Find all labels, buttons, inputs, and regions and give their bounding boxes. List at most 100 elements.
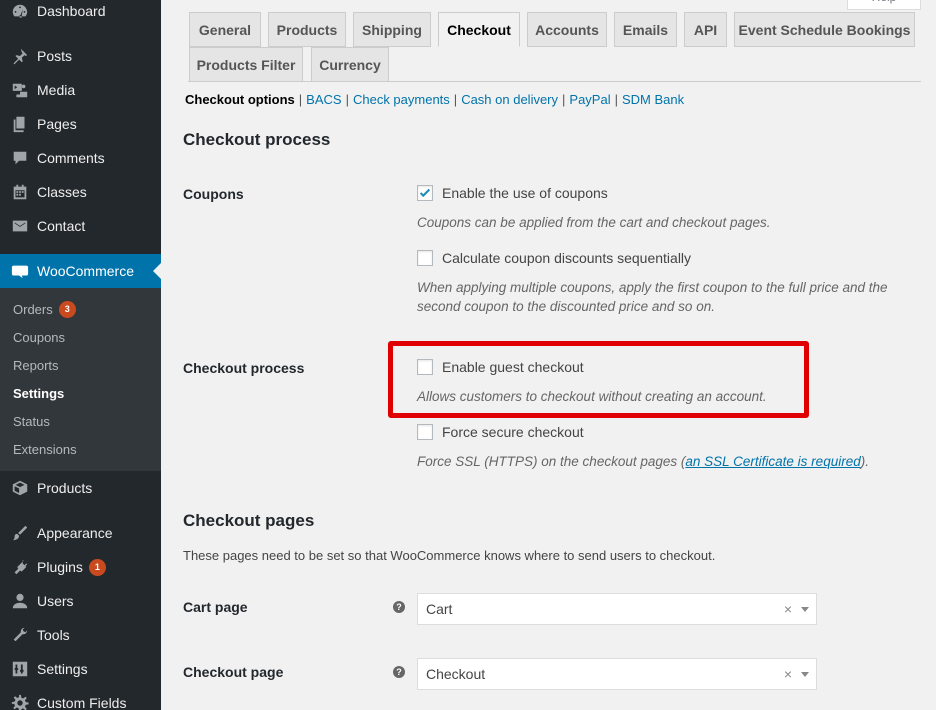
- brush-icon: [0, 524, 37, 542]
- secure-checkout-option[interactable]: Force secure checkout: [417, 424, 584, 440]
- pin-icon: [0, 47, 37, 65]
- secure-checkout-label: Force secure checkout: [442, 424, 584, 440]
- admin-sidebar: Dashboard Posts Media Pages Comments Cla…: [0, 0, 161, 710]
- menu-label: Pages: [37, 116, 77, 132]
- clear-icon[interactable]: ×: [784, 601, 792, 617]
- menu-item-media[interactable]: Media: [0, 73, 161, 107]
- section-link-cash-on-delivery[interactable]: Cash on delivery: [461, 92, 558, 107]
- submenu-orders[interactable]: Orders 3: [13, 299, 76, 319]
- description-text: ).: [860, 454, 869, 469]
- submenu-extensions[interactable]: Extensions: [13, 439, 77, 459]
- woo-icon: [0, 262, 37, 280]
- tab-general[interactable]: General: [189, 12, 261, 47]
- enable-coupons-checkbox[interactable]: [417, 185, 433, 201]
- menu-item-custom-fields[interactable]: Custom Fields: [0, 686, 161, 710]
- menu-item-contact[interactable]: Contact: [0, 209, 161, 243]
- separator: |: [453, 92, 458, 107]
- sequential-coupons-description: When applying multiple coupons, apply th…: [417, 278, 888, 316]
- menu-label: Appearance: [37, 525, 113, 541]
- plugins-update-badge: 1: [88, 558, 106, 576]
- separator: |: [298, 92, 303, 107]
- secure-checkout-checkbox[interactable]: [417, 424, 433, 440]
- ssl-certificate-link[interactable]: an SSL Certificate is required: [685, 454, 860, 469]
- checkmark-icon: [419, 188, 431, 198]
- description-line: second coupon to the discounted price an…: [417, 299, 715, 314]
- tab-api[interactable]: API: [684, 12, 727, 47]
- menu-item-tools[interactable]: Tools: [0, 618, 161, 652]
- menu-item-settings[interactable]: Settings: [0, 652, 161, 686]
- checkout-pages-description: These pages need to be set so that WooCo…: [183, 548, 716, 563]
- clear-icon[interactable]: ×: [784, 666, 792, 682]
- dashboard-icon: [0, 2, 37, 20]
- checkout-page-label: Checkout page: [183, 664, 284, 680]
- description-text: Force SSL (HTTPS) on the checkout pages …: [417, 454, 686, 469]
- menu-label: Products: [37, 480, 93, 496]
- menu-label: Posts: [37, 48, 73, 64]
- menu-item-classes[interactable]: Classes: [0, 175, 161, 209]
- submenu-label: Orders: [13, 301, 53, 317]
- tab-accounts[interactable]: Accounts: [527, 12, 607, 47]
- submenu-reports[interactable]: Reports: [13, 355, 59, 375]
- checkout-pages-heading: Checkout pages: [183, 511, 315, 530]
- tab-products[interactable]: Products: [268, 12, 346, 47]
- coupons-label: Coupons: [183, 186, 244, 202]
- menu-item-appearance[interactable]: Appearance: [0, 516, 161, 550]
- menu-label: Media: [37, 82, 76, 98]
- description-line: When applying multiple coupons, apply th…: [417, 280, 888, 295]
- section-link-check-payments[interactable]: Check payments: [353, 92, 450, 107]
- section-link-bacs[interactable]: BACS: [306, 92, 341, 107]
- cart-page-select[interactable]: Cart ×: [417, 593, 817, 625]
- separator: |: [562, 92, 566, 107]
- menu-label: WooCommerce: [37, 263, 134, 279]
- menu-item-comments[interactable]: Comments: [0, 141, 161, 175]
- cart-page-label: Cart page: [183, 599, 248, 615]
- tab-checkout[interactable]: Checkout: [438, 12, 520, 47]
- section-link-paypal[interactable]: PayPal: [569, 92, 610, 107]
- comments-icon: [0, 149, 37, 167]
- menu-item-plugins[interactable]: Plugins 1: [0, 550, 161, 584]
- menu-item-woocommerce[interactable]: WooCommerce: [0, 254, 161, 288]
- guest-checkout-highlight: [388, 341, 809, 418]
- section-link-checkout-options[interactable]: Checkout options: [185, 92, 295, 107]
- menu-item-products[interactable]: Products: [0, 471, 161, 505]
- section-link-sdm-bank[interactable]: SDM Bank: [622, 92, 684, 107]
- chevron-down-icon[interactable]: [801, 672, 809, 677]
- gear-icon: [0, 694, 37, 710]
- menu-item-pages[interactable]: Pages: [0, 107, 161, 141]
- submenu-status[interactable]: Status: [13, 411, 50, 431]
- plugin-icon: [0, 558, 37, 576]
- enable-coupons-label: Enable the use of coupons: [442, 185, 608, 201]
- checkout-process-heading: Checkout process: [183, 130, 331, 149]
- checkout-page-selected-value: Checkout: [426, 666, 486, 682]
- calendar-icon: [0, 183, 37, 201]
- menu-label: Plugins: [37, 559, 83, 575]
- menu-label: Users: [37, 593, 74, 609]
- menu-item-dashboard[interactable]: Dashboard: [0, 0, 161, 28]
- pages-icon: [0, 115, 37, 133]
- menu-item-posts[interactable]: Posts: [0, 39, 161, 73]
- sliders-icon: [0, 660, 37, 678]
- submenu-label: Coupons: [13, 329, 66, 345]
- menu-label: Settings: [37, 661, 88, 677]
- help-tip-icon[interactable]: ?: [393, 601, 405, 613]
- chevron-down-icon[interactable]: [801, 607, 809, 612]
- menu-item-users[interactable]: Users: [0, 584, 161, 618]
- tab-currency[interactable]: Currency: [311, 47, 389, 82]
- tab-products-filter[interactable]: Products Filter: [189, 47, 303, 82]
- submenu-settings[interactable]: Settings: [13, 383, 64, 403]
- menu-label: Classes: [37, 184, 87, 200]
- products-icon: [0, 479, 37, 497]
- help-tip-icon[interactable]: ?: [393, 666, 405, 678]
- sequential-coupons-option[interactable]: Calculate coupon discounts sequentially: [417, 250, 691, 266]
- orders-count-badge: 3: [58, 300, 76, 318]
- checkout-page-select[interactable]: Checkout ×: [417, 658, 817, 690]
- help-button[interactable]: Help: [847, 0, 921, 10]
- tab-event-schedule-bookings[interactable]: Event Schedule Bookings: [734, 12, 915, 47]
- sequential-coupons-label: Calculate coupon discounts sequentially: [442, 250, 692, 266]
- submenu-coupons[interactable]: Coupons: [13, 327, 65, 347]
- enable-coupons-option[interactable]: Enable the use of coupons: [417, 185, 608, 201]
- tab-shipping[interactable]: Shipping: [353, 12, 431, 47]
- secure-checkout-description: Force SSL (HTTPS) on the checkout pages …: [417, 452, 869, 471]
- sequential-coupons-checkbox[interactable]: [417, 250, 433, 266]
- tab-emails[interactable]: Emails: [614, 12, 677, 47]
